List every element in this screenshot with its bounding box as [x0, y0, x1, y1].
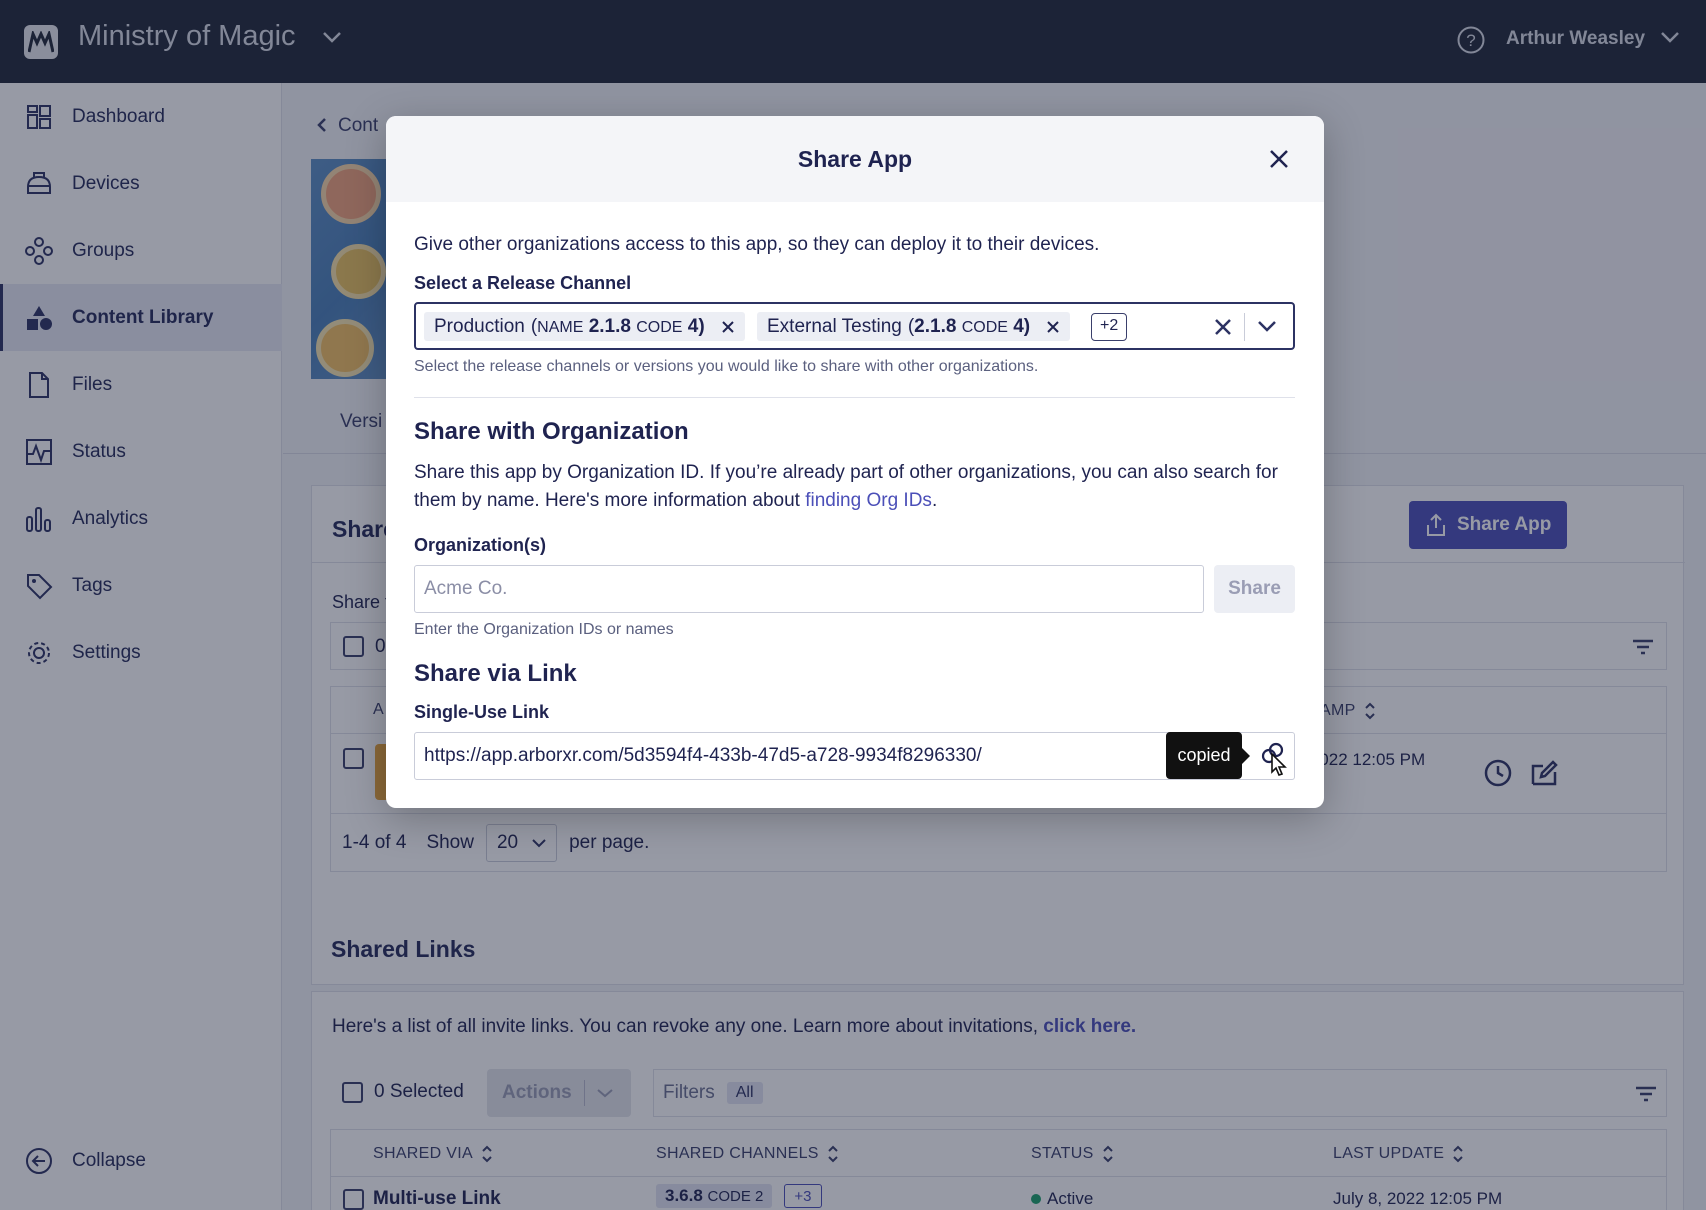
share-with-org-description: Share this app by Organization ID. If yo… [414, 459, 1294, 515]
copy-link-icon[interactable] [1256, 740, 1292, 781]
share-app-modal: Share App Give other organizations acces… [386, 116, 1324, 808]
remove-chip-icon[interactable] [721, 320, 735, 334]
share-via-link-title: Share via Link [414, 660, 577, 687]
release-channel-help: Select the release channels or versions … [414, 358, 1039, 375]
organization-help: Enter the Organization IDs or names [414, 621, 674, 638]
section-divider [414, 397, 1295, 398]
chip-production: Production (NAME 2.1.8 CODE 4) [424, 312, 745, 341]
single-use-link-field[interactable]: https://app.arborxr.com/5d3594f4-433b-47… [414, 732, 1295, 780]
description-line: Share this app by Organization ID. If yo… [414, 462, 1278, 483]
description-line: them by name. Here's more information ab… [414, 490, 938, 511]
chip-detail: (NAME 2.1.8 CODE 4) [530, 315, 705, 337]
organizations-label: Organization(s) [414, 535, 547, 555]
chip-name: Production [434, 315, 525, 337]
remove-chip-icon[interactable] [1046, 320, 1060, 334]
release-channel-label: Select a Release Channel [414, 273, 632, 293]
copied-tooltip: copied [1166, 732, 1250, 779]
chip-detail: (2.1.8 CODE 4) [907, 315, 1031, 337]
chip-name: External Testing [767, 315, 902, 337]
close-icon[interactable] [1268, 148, 1290, 175]
select-divider [1244, 313, 1245, 341]
clear-selection-icon[interactable] [1213, 317, 1233, 342]
modal-header: Share App [386, 116, 1324, 202]
share-button[interactable]: Share [1214, 565, 1295, 613]
modal-title: Share App [797, 146, 913, 172]
share-with-org-title: Share with Organization [414, 418, 689, 445]
modal-intro: Give other organizations access to this … [414, 234, 1100, 255]
single-use-link-label: Single-Use Link [414, 702, 550, 722]
chip-external-testing: External Testing (2.1.8 CODE 4) [757, 312, 1071, 341]
organization-input[interactable]: Acme Co. [414, 565, 1204, 613]
chevron-down-icon[interactable] [1257, 320, 1277, 339]
release-channel-select[interactable]: Production (NAME 2.1.8 CODE 4) External … [414, 302, 1295, 350]
finding-org-ids-link[interactable]: finding Org IDs [805, 490, 932, 511]
more-selected-badge[interactable]: +2 [1091, 313, 1128, 341]
